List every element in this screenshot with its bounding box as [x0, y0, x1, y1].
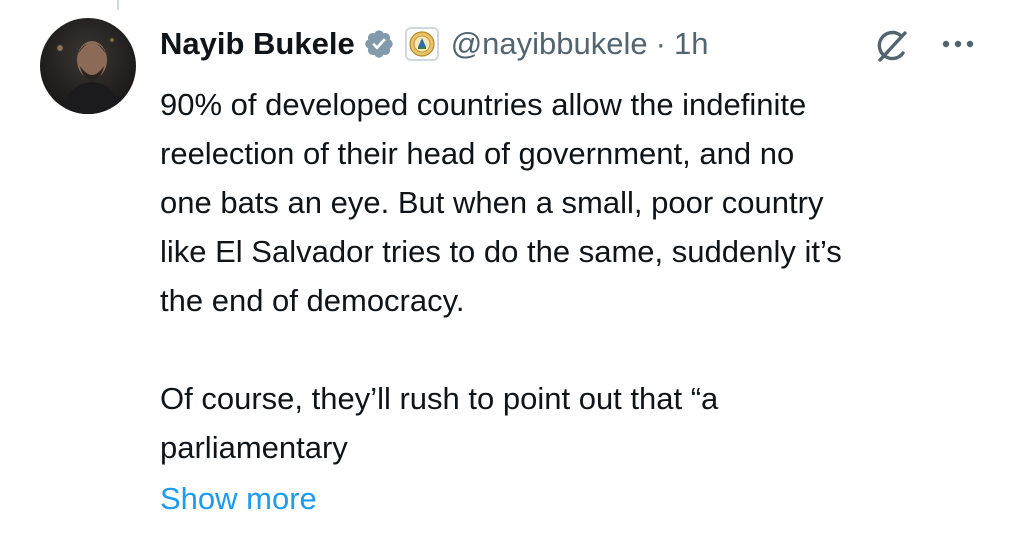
timestamp[interactable]: 1h — [674, 26, 708, 62]
more-options-icon[interactable] — [940, 36, 976, 52]
tweet[interactable]: Nayib Bukele @nayibbukele · 1h 90% of de… — [0, 0, 1024, 550]
thread-connector-line — [117, 0, 119, 10]
tweet-header: Nayib Bukele @nayibbukele · 1h — [160, 22, 708, 66]
separator-dot: · — [655, 26, 666, 61]
verified-badge-icon[interactable] — [363, 28, 395, 60]
avatar[interactable] — [40, 18, 136, 114]
government-seal-icon[interactable] — [404, 27, 439, 61]
display-name[interactable]: Nayib Bukele — [160, 26, 355, 62]
tweet-text: 90% of developed countries allow the ind… — [160, 87, 842, 465]
user-handle[interactable]: @nayibbukele — [451, 26, 648, 62]
grok-icon[interactable] — [872, 26, 912, 66]
show-more-link[interactable]: Show more — [160, 474, 317, 523]
